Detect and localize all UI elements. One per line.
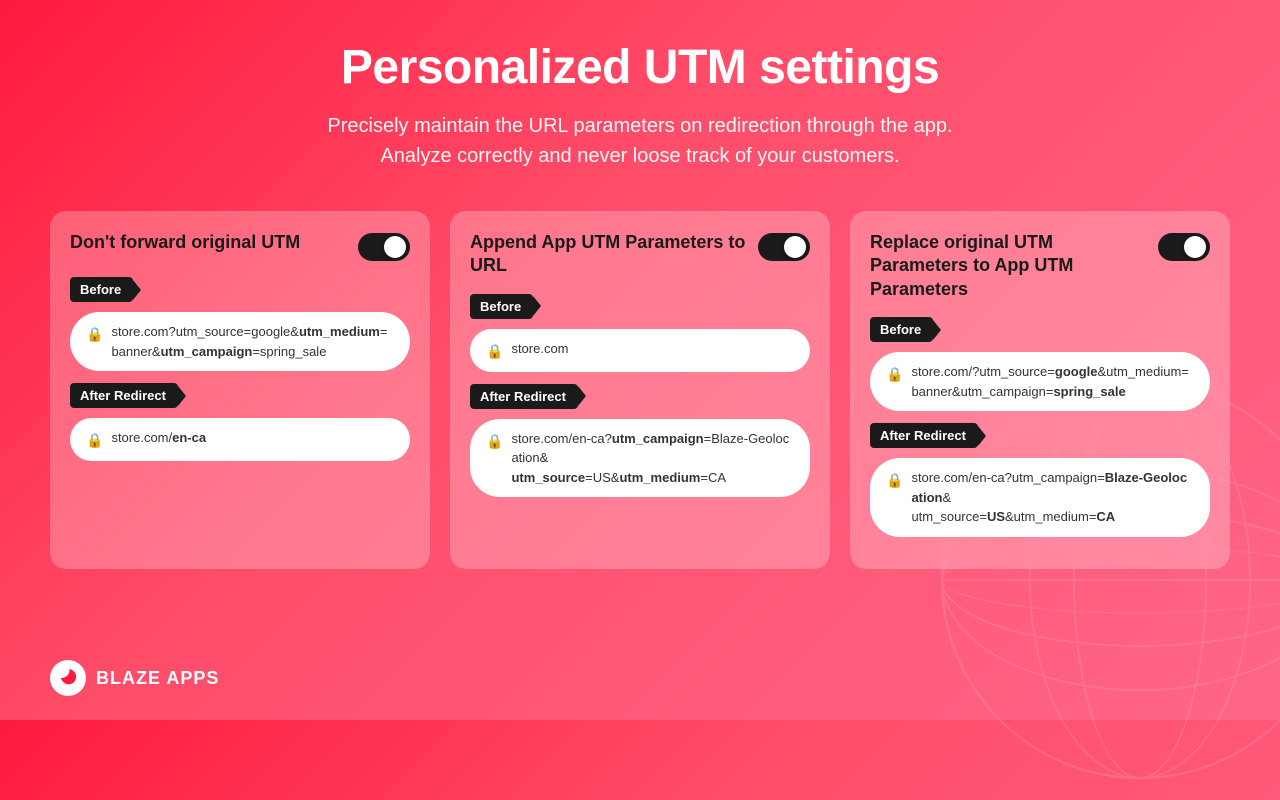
- lock-icon-1: 🔒: [86, 324, 103, 345]
- card-header-1: Don't forward original UTM: [70, 231, 410, 261]
- toggle-2[interactable]: [758, 233, 810, 261]
- header-subtitle: Precisely maintain the URL parameters on…: [60, 111, 1220, 171]
- lock-icon-1b: 🔒: [86, 430, 103, 451]
- toggle-1[interactable]: [358, 233, 410, 261]
- after-url-box-3: 🔒 store.com/en-ca?utm_campaign=Blaze-Geo…: [870, 458, 1210, 537]
- cards-container: Don't forward original UTM Before 🔒 stor…: [0, 201, 1280, 589]
- before-badge-1: Before: [70, 277, 133, 302]
- card-append-utm: Append App UTM Parameters to URL Before …: [450, 211, 830, 569]
- card-dont-forward: Don't forward original UTM Before 🔒 stor…: [50, 211, 430, 569]
- lock-icon-2b: 🔒: [486, 431, 503, 452]
- lock-icon-3: 🔒: [886, 364, 903, 385]
- logo-text: BLAZE APPS: [96, 668, 219, 689]
- page-title: Personalized UTM settings: [60, 40, 1220, 95]
- lock-icon-2: 🔒: [486, 341, 503, 362]
- card-title-3: Replace original UTM Parameters to App U…: [870, 231, 1148, 301]
- before-url-box-2: 🔒 store.com: [470, 329, 810, 372]
- header: Personalized UTM settings Precisely main…: [0, 0, 1280, 201]
- lock-icon-3b: 🔒: [886, 470, 903, 491]
- toggle-3[interactable]: [1158, 233, 1210, 261]
- card-header-3: Replace original UTM Parameters to App U…: [870, 231, 1210, 301]
- logo-icon: [50, 660, 86, 696]
- after-url-text-1: store.com/en-ca: [111, 428, 206, 448]
- card-replace-utm: Replace original UTM Parameters to App U…: [850, 211, 1230, 569]
- after-badge-1: After Redirect: [70, 383, 178, 408]
- card-title-1: Don't forward original UTM: [70, 231, 348, 254]
- before-url-text-3: store.com/?utm_source=google&utm_medium=…: [911, 362, 1188, 401]
- card-header-2: Append App UTM Parameters to URL: [470, 231, 810, 278]
- before-url-text-1: store.com?utm_source=google&utm_medium=b…: [111, 322, 394, 361]
- blaze-icon: [57, 667, 79, 689]
- after-badge-3: After Redirect: [870, 423, 978, 448]
- after-badge-2: After Redirect: [470, 384, 578, 409]
- before-badge-2: Before: [470, 294, 533, 319]
- logo: BLAZE APPS: [50, 660, 219, 696]
- after-url-text-3: store.com/en-ca?utm_campaign=Blaze-Geolo…: [911, 468, 1194, 527]
- after-url-box-2: 🔒 store.com/en-ca?utm_campaign=Blaze-Geo…: [470, 419, 810, 498]
- before-url-box-1: 🔒 store.com?utm_source=google&utm_medium…: [70, 312, 410, 371]
- before-url-text-2: store.com: [511, 339, 568, 359]
- after-url-text-2: store.com/en-ca?utm_campaign=Blaze-Geolo…: [511, 429, 794, 488]
- after-url-box-1: 🔒 store.com/en-ca: [70, 418, 410, 461]
- before-badge-3: Before: [870, 317, 933, 342]
- card-title-2: Append App UTM Parameters to URL: [470, 231, 748, 278]
- before-url-box-3: 🔒 store.com/?utm_source=google&utm_mediu…: [870, 352, 1210, 411]
